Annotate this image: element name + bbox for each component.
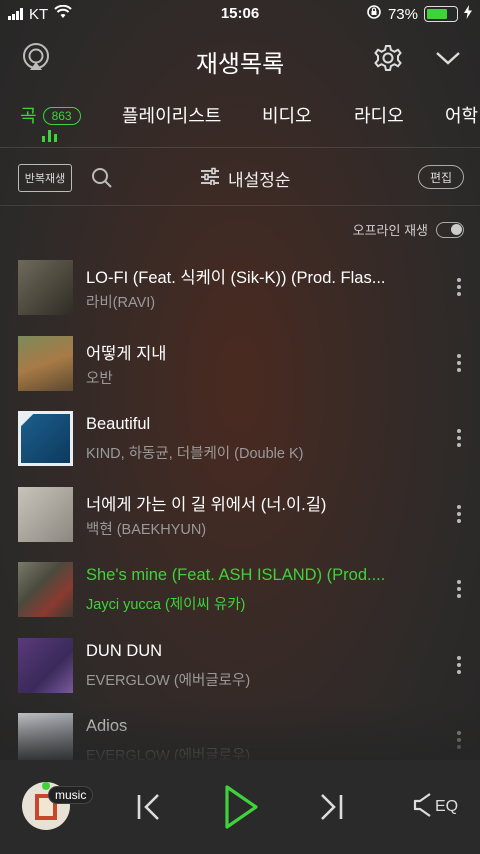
settings-gear-icon[interactable] (370, 40, 406, 76)
album-art (18, 486, 73, 542)
album-art (18, 335, 73, 391)
song-artist: EVERGLOW (에버글로우) (86, 748, 251, 760)
song-title: 어떻게 지내 (86, 344, 167, 363)
song-title: Beautiful (86, 415, 151, 433)
album-art (18, 637, 73, 693)
album-art (18, 411, 73, 466)
song-artist: 오반 (86, 370, 113, 387)
now-playing-bars-icon (42, 130, 57, 142)
status-bar: KT 15:06 73% (0, 0, 480, 28)
previous-track-icon[interactable] (132, 790, 166, 824)
album-art (18, 713, 73, 760)
tab-radio[interactable]: 라디오 (354, 102, 404, 128)
list-item[interactable]: 어떻게 지내 오반 (0, 326, 480, 402)
more-options-icon[interactable] (456, 655, 462, 674)
song-title: Adios (86, 717, 128, 735)
edit-button[interactable]: 편집 (418, 165, 464, 189)
next-track-icon[interactable] (314, 790, 348, 824)
song-artist: 라비(RAVI) (86, 295, 156, 311)
more-options-icon[interactable] (456, 731, 462, 749)
play-icon[interactable] (220, 784, 262, 830)
list-item[interactable]: Beautiful KIND, 하동균, 더블케이 (Double K) (0, 401, 480, 477)
list-item[interactable]: 너에게 가는 이 길 위에서 (너.이.길) 백현 (BAEKHYUN) (0, 477, 480, 553)
song-count-badge: 863 (42, 107, 81, 125)
eq-label: EQ (434, 798, 459, 815)
tab-songs-label: 곡 (20, 106, 37, 126)
more-options-icon[interactable] (456, 278, 462, 296)
song-title: 너에게 가는 이 길 위에서 (너.이.길) (86, 495, 327, 514)
category-tabs: 곡 863 플레이리스트 비디오 라디오 어학 (0, 92, 480, 148)
search-icon[interactable] (90, 166, 114, 190)
song-title: DUN DUN (86, 641, 163, 660)
list-item[interactable]: Adios EVERGLOW (에버글로우) (0, 703, 480, 760)
list-item[interactable]: LO-FI (Feat. 식케이 (Sik-K)) (Prod. Flas...… (0, 250, 480, 326)
more-options-icon[interactable] (456, 353, 462, 372)
collapse-chevron-down-icon[interactable] (430, 42, 466, 74)
rotation-lock-icon (366, 4, 382, 24)
sort-sliders-icon (200, 167, 220, 190)
song-title: LO-FI (Feat. 식케이 (Sik-K)) (Prod. Flas... (86, 269, 386, 287)
tab-videos[interactable]: 비디오 (262, 102, 312, 128)
album-art (18, 562, 73, 617)
song-artist: KIND, 하동균, 더블케이 (Double K) (86, 446, 304, 462)
more-options-icon[interactable] (456, 429, 462, 447)
song-list[interactable]: LO-FI (Feat. 식케이 (Sik-K)) (Prod. Flas...… (0, 250, 480, 760)
repeat-button[interactable]: 반복재생 (18, 164, 72, 192)
offline-playback[interactable]: 오프라인 재생 (353, 220, 464, 239)
song-title: She's mine (Feat. ASH ISLAND) (Prod.... (86, 566, 386, 584)
battery-icon (424, 6, 458, 22)
offline-label: 오프라인 재생 (352, 223, 428, 238)
battery-percent: 73% (387, 5, 418, 23)
song-artist: EVERGLOW (에버글로우) (86, 672, 251, 689)
eq-button[interactable]: EQ (410, 790, 460, 824)
mini-player: music EQ (0, 760, 480, 854)
more-options-icon[interactable] (456, 504, 462, 523)
album-art (18, 260, 73, 315)
charging-icon (464, 5, 472, 23)
song-artist: 백현 (BAEKHYUN) (86, 521, 207, 538)
more-options-icon[interactable] (456, 580, 462, 598)
offline-toggle[interactable] (436, 221, 464, 238)
speaker-icon (412, 791, 432, 824)
tab-playlists[interactable]: 플레이리스트 (122, 102, 221, 128)
music-badge: music (48, 786, 94, 804)
tab-language[interactable]: 어학 (445, 102, 478, 128)
list-toolbar: 반복재생 내설정순 편집 (0, 148, 480, 206)
page-title: 재생목록 (195, 51, 285, 78)
list-item[interactable]: DUN DUN EVERGLOW (에버글로우) (0, 628, 480, 704)
sort-label: 내설정순 (228, 171, 291, 190)
sort-button[interactable]: 내설정순 (200, 166, 291, 191)
list-item-now-playing[interactable]: She's mine (Feat. ASH ISLAND) (Prod.... … (0, 552, 480, 628)
song-artist: Jayci yucca (제이씨 유카) (86, 597, 246, 613)
tab-songs[interactable]: 곡 863 (20, 102, 81, 128)
header: 재생목록 (0, 28, 480, 88)
